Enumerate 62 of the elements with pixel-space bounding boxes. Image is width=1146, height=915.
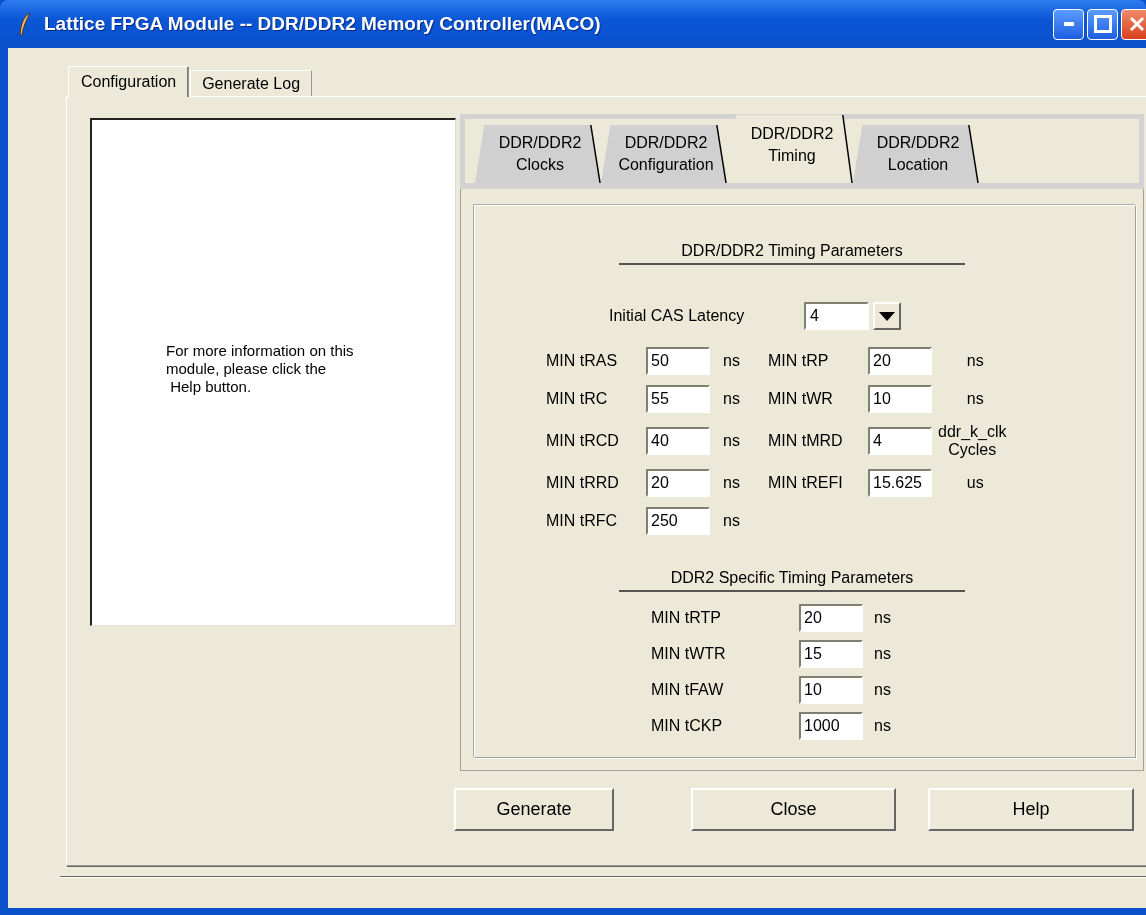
param-label: MIN tRRD <box>546 474 620 492</box>
tab[interactable]: DDR/DDR2 Configuration <box>601 125 727 183</box>
param-label: MIN tRFC <box>546 512 619 530</box>
maximize-button[interactable] <box>1087 8 1118 40</box>
param-field[interactable]: 15 <box>799 640 863 668</box>
param-label: MIN tREFI <box>768 474 844 492</box>
unit-label: ns <box>965 390 985 408</box>
param-field[interactable]: 1000 <box>799 712 863 740</box>
unit-label: ns <box>965 352 985 370</box>
param-field[interactable]: 20 <box>799 604 863 632</box>
param-field[interactable]: 20 <box>868 347 932 375</box>
param-label: MIN tRCD <box>546 432 620 450</box>
param-label: MIN tWR <box>768 390 834 408</box>
param-label: MIN tCKP <box>651 717 724 735</box>
unit-label: ns <box>723 432 741 450</box>
dropdown-button[interactable] <box>873 302 901 330</box>
param-label: Initial CAS Latency <box>609 307 746 325</box>
maximize-icon <box>1093 15 1112 33</box>
help-text: For more information on this module, please click the Help button. <box>165 341 355 396</box>
tab[interactable]: Generate Log <box>190 70 313 96</box>
unit-label: ns <box>723 390 741 408</box>
param-label: MIN tRC <box>546 390 609 408</box>
section-heading: DDR2 Specific Timing Parameters <box>670 569 914 587</box>
dialog-button[interactable]: Help <box>928 788 1134 831</box>
window-title: Lattice FPGA Module -- DDR/DDR2 Memory Controller(MACO) <box>44 13 602 35</box>
unit-label: ddr_k_clk Cycles <box>938 423 1007 459</box>
close-icon <box>1128 16 1145 32</box>
param-field[interactable]: 40 <box>646 427 710 455</box>
param-label: MIN tMRD <box>768 432 844 450</box>
param-field[interactable]: 50 <box>646 347 710 375</box>
feather-icon <box>18 12 32 36</box>
dropdown-field[interactable]: 4 <box>804 302 869 330</box>
dialog-button[interactable]: Close <box>691 788 896 831</box>
param-label: MIN tFAW <box>651 681 725 699</box>
close-window-button[interactable] <box>1121 8 1146 40</box>
tab[interactable]: DDR/DDR2 Clocks <box>475 125 601 183</box>
minimize-button[interactable] <box>1053 8 1084 40</box>
unit-label: ns <box>723 352 741 370</box>
unit-label: ns <box>874 609 891 627</box>
caret-icon <box>879 311 895 321</box>
param-label: MIN tRTP <box>651 609 722 627</box>
param-field[interactable]: 4 <box>868 427 932 455</box>
section-heading: DDR/DDR2 Timing Parameters <box>681 242 903 260</box>
param-field[interactable]: 20 <box>646 469 710 497</box>
param-label: MIN tRP <box>768 352 830 370</box>
param-field[interactable]: 15.625 <box>868 469 932 497</box>
unit-label: ns <box>874 717 891 735</box>
unit-label: ns <box>874 645 891 663</box>
dialog-button[interactable]: Generate <box>454 788 614 831</box>
unit-label: us <box>965 474 985 492</box>
unit-label: ns <box>874 681 891 699</box>
unit-label: ns <box>723 512 741 530</box>
tab[interactable]: DDR/DDR2 Location <box>853 125 979 183</box>
param-label: MIN tWTR <box>651 645 727 663</box>
param-field[interactable]: 250 <box>646 507 710 535</box>
tab[interactable]: Configuration <box>68 66 190 97</box>
param-field[interactable]: 55 <box>646 385 710 413</box>
param-field[interactable]: 10 <box>868 385 932 413</box>
param-field[interactable]: 10 <box>799 676 863 704</box>
param-label: MIN tRAS <box>546 352 619 370</box>
unit-label: ns <box>723 474 741 492</box>
minimize-icon <box>1063 22 1074 26</box>
